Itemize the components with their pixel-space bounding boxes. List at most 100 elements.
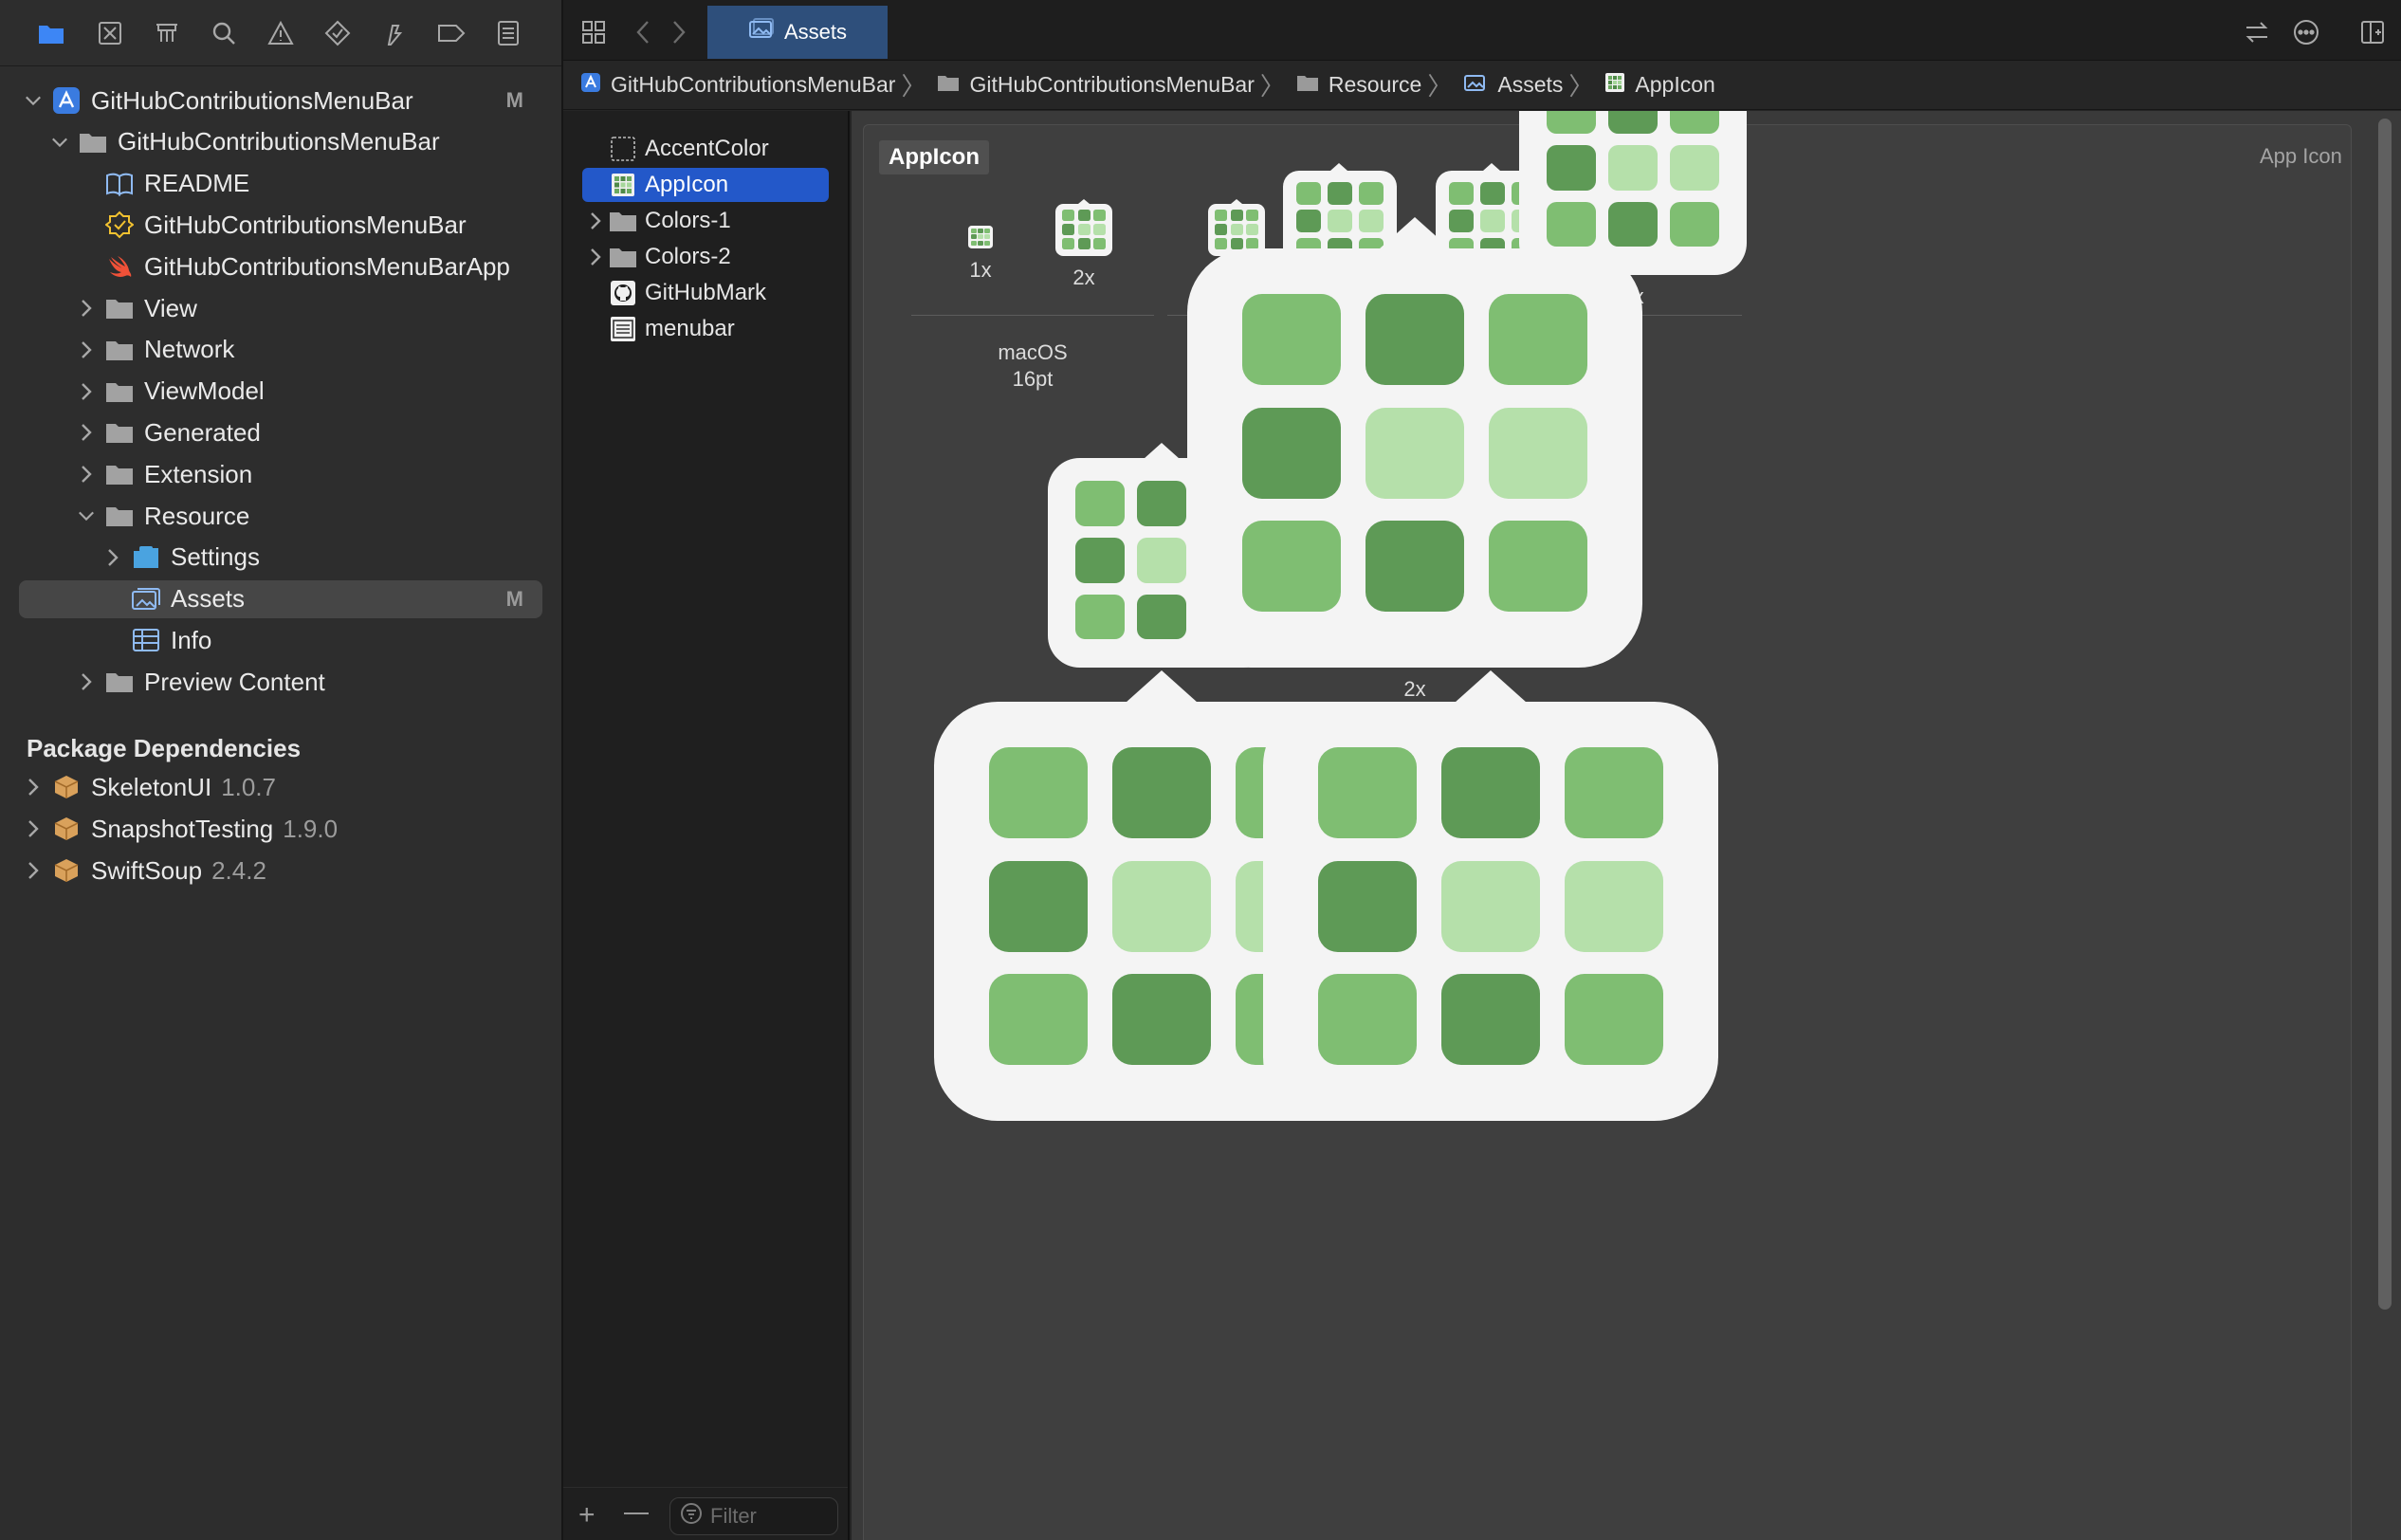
tree-row[interactable]: GitHubContributionsMenuBarApp	[19, 248, 542, 285]
folder-icon	[609, 207, 637, 235]
add-icon[interactable]: +	[578, 1499, 596, 1531]
app-icon-image[interactable]	[1187, 216, 1642, 668]
tree-row[interactable]: README	[19, 165, 542, 203]
package-row[interactable]: SwiftSoup 2.4.2	[19, 852, 542, 889]
tree-row[interactable]: Settings	[19, 539, 542, 577]
contribution-cell	[1565, 860, 1664, 952]
chevron-right-icon[interactable]	[78, 671, 95, 692]
issue-icon[interactable]	[264, 16, 298, 50]
tree-row[interactable]: Generated	[19, 413, 542, 451]
tree-row[interactable]: View	[19, 289, 542, 327]
contribution-cell	[971, 240, 977, 246]
app-icon-image[interactable]	[1263, 669, 1718, 1121]
tab-assets[interactable]: Assets	[707, 6, 888, 59]
asset-row[interactable]: AppIcon	[582, 168, 829, 202]
tree-row[interactable]: Info	[19, 621, 542, 659]
package-icon	[51, 815, 82, 843]
find-icon[interactable]	[207, 16, 241, 50]
tree-row[interactable]: GitHubContributionsMenuBar M	[19, 82, 542, 119]
chevron-right-icon[interactable]	[78, 422, 95, 443]
forward-chevron-icon[interactable]	[662, 15, 696, 49]
tree-row[interactable]: Preview Content	[19, 663, 542, 701]
report-icon[interactable]	[491, 16, 525, 50]
contribution-cell	[1489, 521, 1588, 612]
grid-icon[interactable]	[577, 15, 611, 49]
image-pointer	[1143, 442, 1180, 459]
breadcrumb-resource[interactable]: Resource	[1296, 72, 1421, 98]
breadcrumb-label: Assets	[1497, 72, 1564, 97]
vertical-scrollbar[interactable]	[2378, 119, 2392, 1310]
symbol-icon[interactable]	[150, 16, 184, 50]
tree-row[interactable]: GitHubContributionsMenuBar	[19, 123, 542, 161]
contribution-cell	[1230, 223, 1243, 235]
contribution-cell	[1489, 407, 1588, 499]
breakpoint-icon[interactable]	[434, 16, 468, 50]
breadcrumb: GitHubContributionsMenuBar 〉 GitHubContr…	[563, 61, 2401, 110]
breadcrumb-project[interactable]: GitHubContributionsMenuBar	[580, 72, 895, 99]
add-editor-icon[interactable]	[2355, 15, 2390, 49]
related-items-icon[interactable]	[2240, 15, 2274, 49]
app-icon-image[interactable]	[1055, 199, 1112, 256]
breadcrumb-assets[interactable]: Assets	[1463, 72, 1563, 99]
asset-row-label: Colors-1	[645, 208, 731, 233]
remove-icon[interactable]	[624, 1512, 649, 1514]
scale-label: 2x	[1403, 677, 1426, 701]
chevron-right-icon[interactable]	[104, 547, 121, 568]
more-options-icon[interactable]	[2289, 15, 2323, 49]
contribution-cell	[1215, 209, 1228, 221]
filter-field[interactable]: Filter	[669, 1497, 838, 1535]
contribution-cell	[1215, 237, 1228, 249]
asset-list-footer: + Filter	[563, 1487, 848, 1540]
package-row[interactable]: SkeletonUI 1.0.7	[19, 768, 542, 806]
tree-row[interactable]: Assets M	[19, 579, 542, 618]
asset-row[interactable]: Colors-1	[582, 204, 829, 238]
chevron-right-icon[interactable]	[78, 339, 95, 360]
contribution-cell	[988, 860, 1088, 952]
contribution-cell	[1317, 974, 1417, 1065]
package-icon	[51, 856, 82, 885]
tree-row[interactable]: GitHubContributionsMenuBar	[19, 206, 542, 244]
breadcrumb-appicon[interactable]: AppIcon	[1604, 72, 1715, 99]
chevron-down-icon[interactable]	[25, 90, 42, 111]
asset-row[interactable]: AccentColor	[582, 132, 829, 166]
breadcrumb-group[interactable]: GitHubContributionsMenuBar	[937, 72, 1255, 98]
chevron-down-icon[interactable]	[78, 505, 95, 526]
chevron-right-icon[interactable]	[25, 777, 42, 798]
contribution-cell	[1092, 223, 1106, 235]
package-label: SnapshotTesting 1.9.0	[91, 815, 338, 844]
chevron-right-icon[interactable]	[588, 211, 603, 230]
scale-label: 1x	[969, 258, 992, 282]
tree-row[interactable]: Network	[19, 331, 542, 369]
chevron-right-icon[interactable]	[25, 818, 42, 839]
chevron-right-icon[interactable]	[78, 298, 95, 319]
tree-row[interactable]: Resource	[19, 497, 542, 535]
app-icon-image[interactable]	[968, 226, 993, 248]
source-control-icon[interactable]	[93, 16, 127, 50]
asset-canvas: AppIcon App Icon 1x2xmacOS16pt1x2xmacOS3…	[852, 111, 2401, 1540]
contribution-cell	[1317, 860, 1417, 952]
package-row[interactable]: SnapshotTesting 1.9.0	[19, 810, 542, 848]
tree-row[interactable]: Extension	[19, 455, 542, 493]
chevron-right-icon[interactable]	[78, 464, 95, 485]
package-dependencies-header: Package Dependencies	[27, 734, 302, 762]
tree-row[interactable]: ViewModel	[19, 373, 542, 411]
filter-icon	[680, 1502, 703, 1531]
asset-row[interactable]: Colors-2	[582, 240, 829, 274]
chevron-right-icon: 〉	[1259, 72, 1285, 101]
chevron-right-icon[interactable]	[78, 381, 95, 402]
folder-icon[interactable]	[34, 16, 68, 50]
chevron-down-icon[interactable]	[51, 132, 68, 153]
set-name[interactable]: AppIcon	[879, 140, 989, 174]
scm-status-badge: M	[505, 586, 523, 611]
asset-row[interactable]: GitHubMark	[582, 276, 829, 310]
asset-row[interactable]: menubar	[582, 312, 829, 346]
contribution-cell	[1062, 209, 1075, 221]
image-pointer	[1330, 162, 1348, 171]
image-pointer	[1483, 162, 1501, 171]
contribution-cell	[1365, 294, 1464, 386]
test-icon[interactable]	[321, 16, 355, 50]
back-chevron-icon[interactable]	[626, 15, 660, 49]
debug-icon[interactable]	[377, 16, 412, 50]
chevron-right-icon[interactable]	[25, 860, 42, 881]
chevron-right-icon[interactable]	[588, 248, 603, 266]
